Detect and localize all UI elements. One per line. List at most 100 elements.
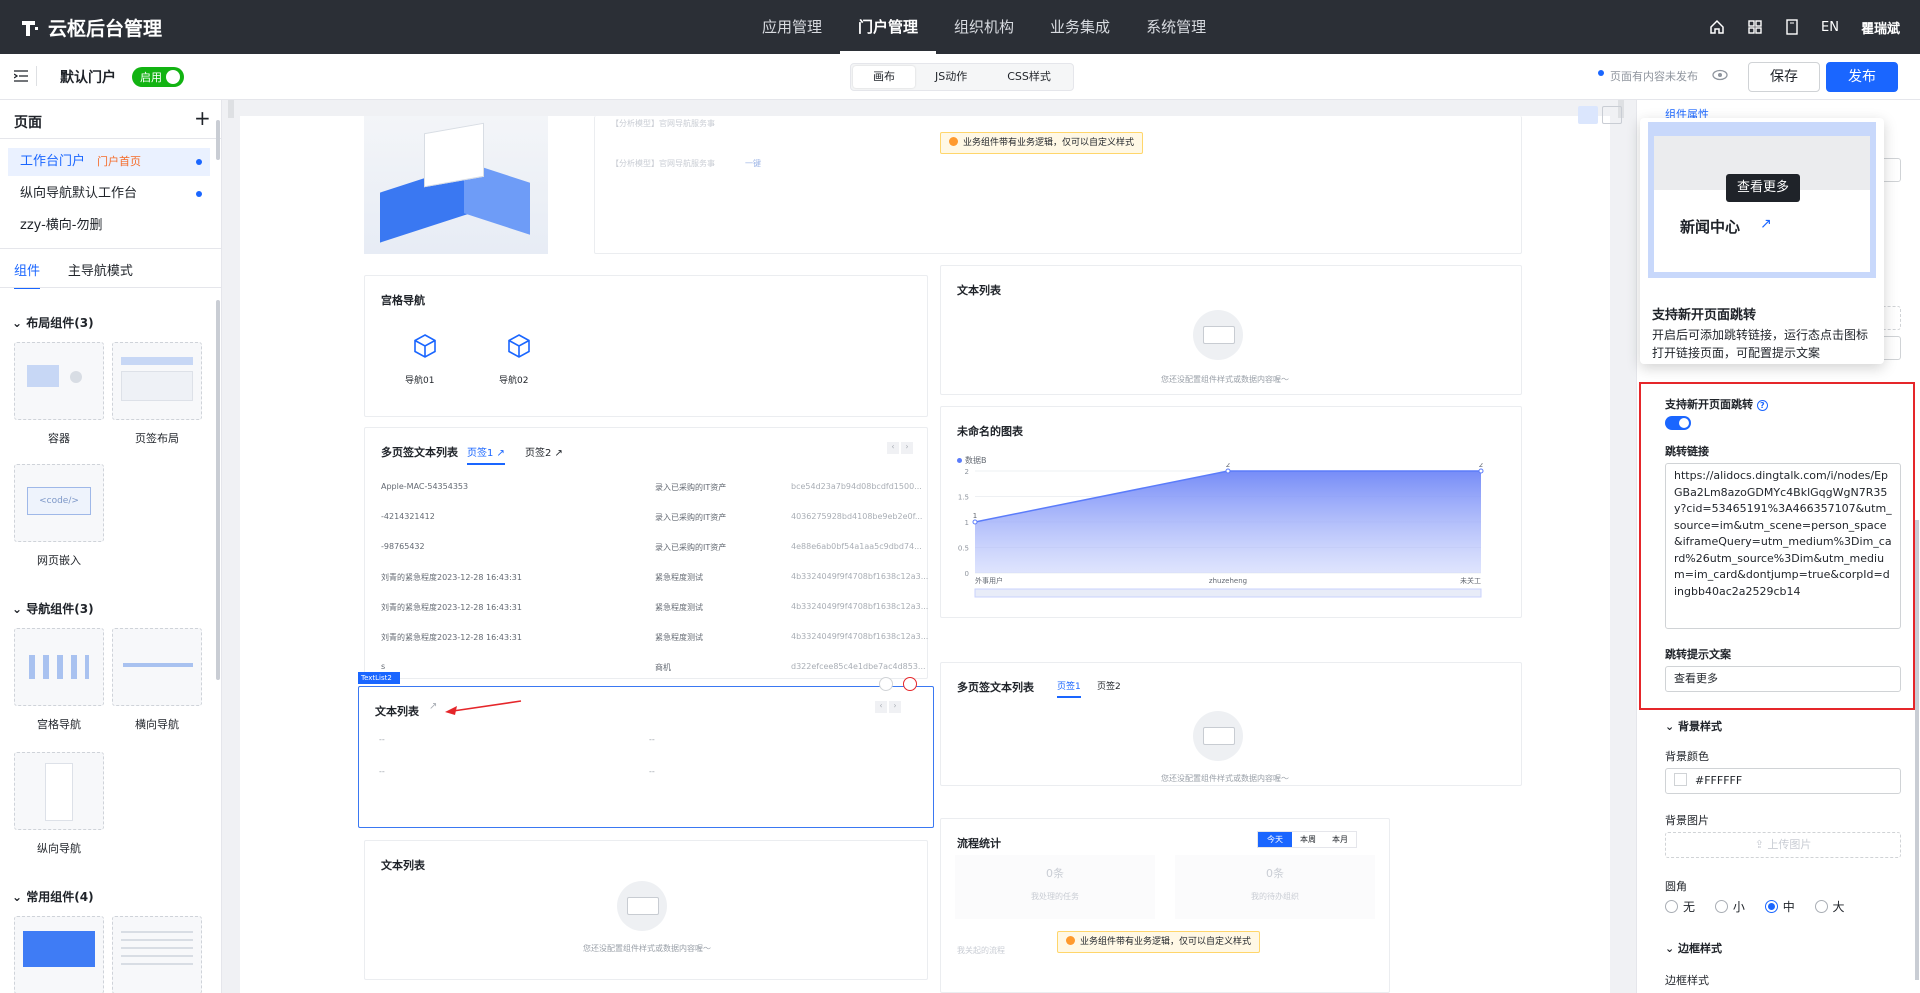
collapse-left-handle[interactable] (228, 100, 234, 118)
placeholder-cell: -- (379, 735, 385, 744)
text-list-card-3[interactable]: 文本列表 您还没配置组件样式或数据内容喔～ (364, 840, 928, 980)
component-banner[interactable] (14, 916, 104, 993)
publish-button[interactable]: 发布 (1826, 62, 1898, 92)
doc-icon[interactable] (1785, 19, 1799, 35)
tab-page2[interactable]: 页签2 ↗ (525, 444, 563, 459)
nav-item-label[interactable]: 导航02 (499, 373, 528, 386)
page-item-workbench[interactable]: 工作台门户 门户首页 (8, 148, 210, 176)
table-row[interactable]: Apple-MAC-54354353 录入已采购的IT资产 bce54d23a7b9… (381, 482, 922, 502)
pages-scrollbar[interactable] (216, 120, 220, 160)
menu-collapse-icon[interactable] (14, 70, 28, 82)
status-dot (196, 159, 202, 165)
prev-page-button[interactable]: ‹ (887, 442, 899, 454)
tip-text-input[interactable]: 查看更多 (1665, 666, 1901, 692)
tab-components[interactable]: 组件 (14, 264, 41, 289)
hero-line: 【分析模型】官网导航服务事 (611, 119, 715, 128)
prev-page-button[interactable]: ‹ (875, 701, 887, 713)
tab-js[interactable]: JS动作 (915, 66, 987, 88)
table-row[interactable]: s 商机 d322efcee85c4e1dbe7ac4d853... (381, 662, 926, 682)
component-text-list[interactable] (112, 916, 202, 993)
stat-tile[interactable]: 0条 我的待办组织 (1175, 855, 1375, 919)
preview-eye-icon[interactable] (1712, 69, 1728, 81)
filter-week[interactable]: 本周 (1292, 832, 1324, 847)
next-page-button[interactable]: › (901, 442, 913, 454)
tab-canvas[interactable]: 画布 (853, 66, 915, 88)
tab-page2[interactable]: 页签2 (1097, 679, 1121, 692)
radius-none[interactable]: 无 (1665, 898, 1695, 915)
upload-image-button[interactable]: ⇪ 上传图片 (1665, 832, 1901, 858)
filter-month[interactable]: 本月 (1324, 832, 1356, 847)
filter-today[interactable]: 今天 (1258, 832, 1292, 847)
page-item-vertical[interactable]: 纵向导航默认工作台 (8, 180, 210, 208)
nav-sys[interactable]: 系统管理 (1128, 0, 1224, 54)
add-page-button[interactable]: + (194, 106, 211, 130)
nav-portal[interactable]: 门户管理 (840, 0, 937, 54)
delete-component-icon[interactable] (903, 677, 917, 691)
multi-tab-list-card[interactable]: 多页签文本列表 页签1 ↗ 页签2 ↗ ‹ › Apple-MAC-543543… (364, 427, 928, 679)
flow-stats-card[interactable]: 流程统计 今天 本周 本月 0条 我处理的任务 0条 我的待办组织 我关起的流程… (940, 818, 1390, 993)
border-section[interactable]: ⌄ 边框样式 (1665, 940, 1722, 956)
enable-toggle[interactable]: 启用 (132, 67, 184, 87)
app-logo[interactable]: 云枢后台管理 (20, 14, 162, 41)
group-common[interactable]: ⌄ 常用组件(4) (12, 888, 94, 905)
component-vertical-nav[interactable] (14, 752, 104, 830)
selected-component-tag[interactable]: TextList2 (358, 672, 400, 684)
table-row[interactable]: 刘青的紧急程度2023-12-28 16:43:31 紧急程度测试 4b332404… (381, 572, 928, 592)
nav-biz[interactable]: 业务集成 (1032, 0, 1128, 54)
view-mobile-icon[interactable] (1602, 106, 1622, 124)
text-list-card[interactable]: 文本列表 您还没配置组件样式或数据内容喔～ (940, 265, 1522, 395)
user-name[interactable]: 瞿瑞斌 (1861, 18, 1900, 37)
bg-color-input[interactable]: #FFFFFF (1665, 768, 1901, 794)
component-tab-layout[interactable] (112, 342, 202, 420)
table-row[interactable]: -98765432 录入已采购的IT资产 4e88e6ab0bf54a1aa5c9d… (381, 542, 922, 562)
table-row[interactable]: -4214321412 录入已采购的IT资产 4036275928bd4108be9… (381, 512, 922, 532)
page-name: 纵向导航默认工作台 (20, 186, 138, 201)
home-icon[interactable] (1709, 19, 1725, 35)
apps-icon[interactable] (1747, 19, 1763, 35)
grid-nav-card[interactable]: 宫格导航 导航01 导航02 (364, 275, 928, 417)
tab-page1[interactable]: 页签1 ↗ (467, 444, 505, 465)
tab-page1[interactable]: 页签1 (1057, 679, 1081, 698)
external-link-icon: ↗ (1760, 216, 1772, 232)
tab-main-nav[interactable]: 主导航模式 (68, 264, 133, 287)
nav-app[interactable]: 应用管理 (744, 0, 840, 54)
chart-card[interactable]: 未命名的图表 数据B 0 0.5 1 1.5 2 1 2 2 外事用户 zhuzeheng 未关工 (940, 406, 1522, 618)
page-item-horizontal[interactable]: zzy-横向-勿删 (8, 212, 210, 240)
component-grid-nav[interactable] (14, 628, 104, 706)
components-scrollbar[interactable] (216, 300, 220, 680)
border-style-label: 边框样式 (1665, 974, 1709, 987)
jump-link-textarea[interactable]: https://alidocs.dingtalk.com/i/nodes/EpG… (1665, 463, 1901, 629)
next-page-button[interactable]: › (889, 701, 901, 713)
table-row[interactable]: 刘青的紧急程度2023-12-28 16:43:31 紧急程度测试 4b332404… (381, 632, 928, 652)
view-desktop-icon[interactable] (1578, 106, 1598, 124)
radius-large[interactable]: 大 (1814, 898, 1845, 915)
cell: 刘青的紧急程度2023-12-28 16:43:31 (381, 633, 522, 642)
radius-small[interactable]: 小 (1714, 898, 1745, 915)
cell: d322efcee85c4e1dbe7ac4d853... (791, 662, 926, 671)
radius-medium[interactable]: 中 (1764, 898, 1795, 915)
tab-css[interactable]: CSS样式 (987, 66, 1071, 88)
selected-text-list-card[interactable]: 文本列表 ↗ ‹ › -- -- -- -- (358, 677, 934, 828)
component-webpage-embed[interactable]: <code/> (14, 464, 104, 542)
jump-toggle[interactable] (1665, 416, 1691, 430)
component-horizontal-nav[interactable] (112, 628, 202, 706)
cell: Apple-MAC-54354353 (381, 482, 469, 491)
copy-component-icon[interactable] (879, 677, 893, 691)
card-title: 流程统计 (957, 837, 1001, 850)
component-container[interactable] (14, 342, 104, 420)
multi-tab-list-card-2[interactable]: 多页签文本列表 页签1 页签2 您还没配置组件样式或数据内容喔～ (940, 662, 1522, 786)
panel-scrollbar[interactable] (1915, 520, 1919, 980)
radio-icon (1714, 900, 1728, 913)
external-link-icon[interactable]: ↗ (429, 701, 437, 712)
bg-section[interactable]: ⌄ 背景样式 (1665, 718, 1722, 734)
group-layout[interactable]: ⌄ 布局组件(3) (12, 314, 94, 331)
save-button[interactable]: 保存 (1748, 62, 1820, 92)
stat-tile[interactable]: 0条 我处理的任务 (955, 855, 1155, 919)
group-navigation[interactable]: ⌄ 导航组件(3) (12, 600, 94, 617)
lang-switch[interactable]: EN (1821, 20, 1839, 35)
table-row[interactable]: 刘青的紧急程度2023-12-28 16:43:31 紧急程度测试 4b332404… (381, 602, 928, 622)
nav-org[interactable]: 组织机构 (936, 0, 1032, 54)
nav-item-label[interactable]: 导航01 (405, 373, 434, 386)
empty-text: 您还没配置组件样式或数据内容喔～ (1161, 774, 1289, 783)
help-icon[interactable]: ? (1756, 400, 1768, 411)
